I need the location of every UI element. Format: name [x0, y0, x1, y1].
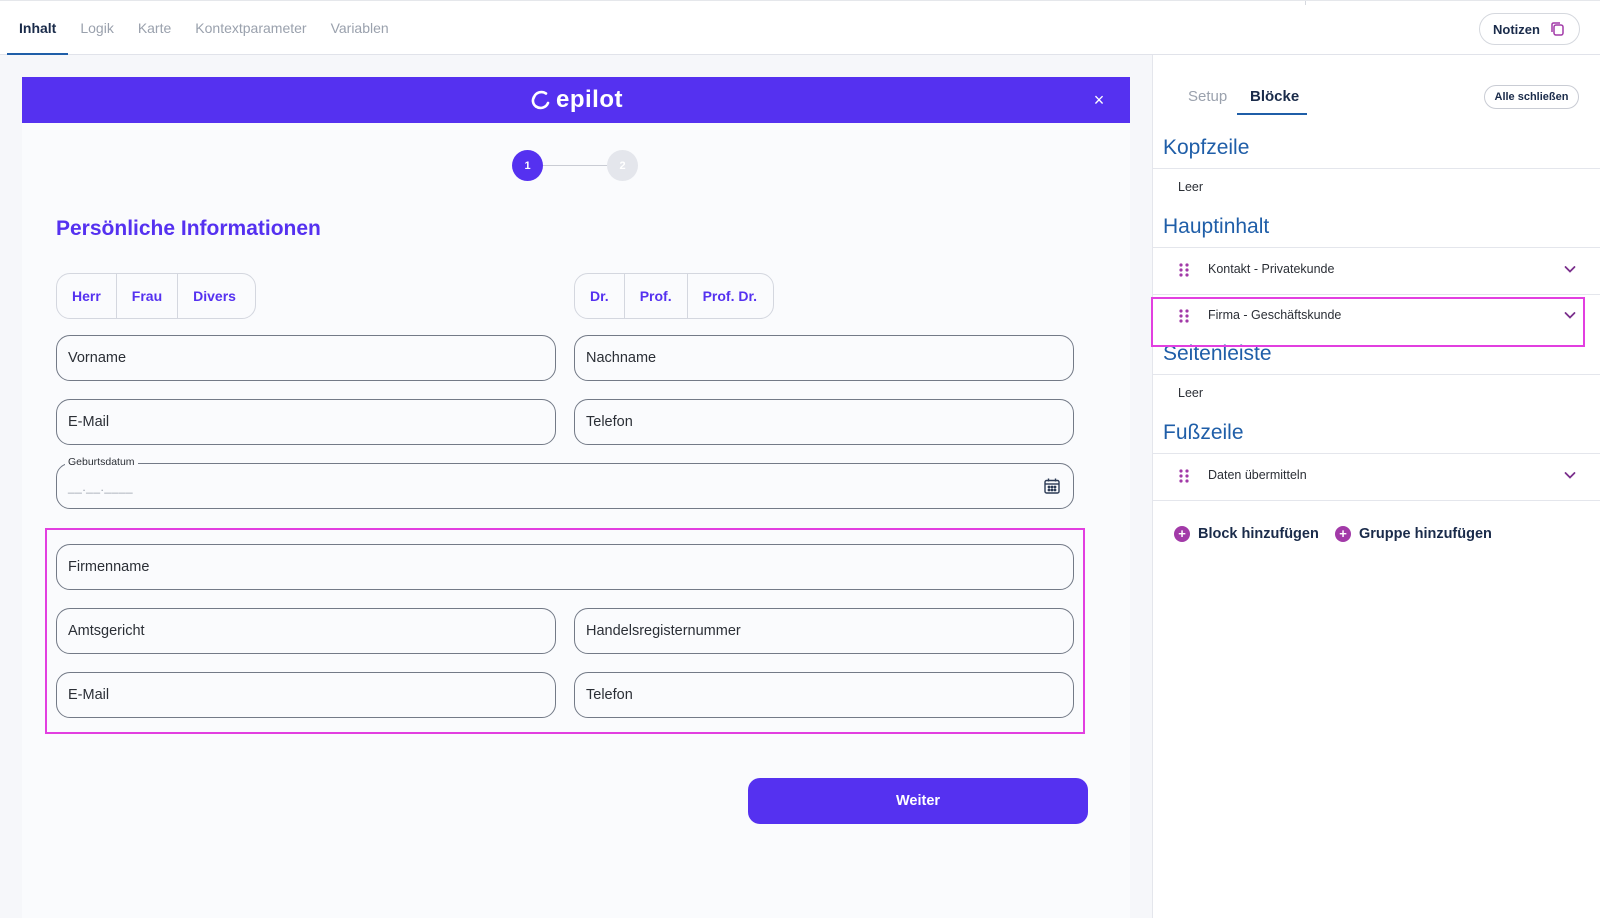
birthdate-mask: __.__.____: [68, 480, 134, 494]
selected-block-highlight: [45, 528, 1085, 734]
step-2[interactable]: 2: [607, 150, 638, 181]
journey-preview-canvas: epilot × 1 2 Persönliche Informationen H…: [0, 55, 1152, 918]
top-navigation: Inhalt Logik Karte Kontextparameter Vari…: [0, 0, 1600, 55]
next-button[interactable]: Weiter: [748, 778, 1088, 824]
close-all-button[interactable]: Alle schließen: [1484, 85, 1579, 109]
salutation-divers[interactable]: Divers: [178, 274, 251, 318]
divider: [1305, 1, 1306, 5]
block-row-kontakt-privatekunde[interactable]: Kontakt - Privatekunde: [1153, 247, 1600, 293]
tab-variablen[interactable]: Variablen: [331, 1, 389, 55]
tab-kontextparameter[interactable]: Kontextparameter: [195, 1, 306, 55]
journey-preview: epilot × 1 2 Persönliche Informationen H…: [22, 77, 1130, 918]
step-connector: [543, 165, 607, 166]
journey-header: epilot ×: [22, 77, 1130, 123]
section-title-kopfzeile: Kopfzeile: [1163, 136, 1250, 159]
salutation-selector: Herr Frau Divers: [56, 273, 256, 319]
add-group-label: Gruppe hinzufügen: [1359, 526, 1492, 542]
section-title-hauptinhalt: Hauptinhalt: [1163, 215, 1270, 238]
divider: [1153, 168, 1600, 169]
add-group-button[interactable]: + Gruppe hinzufügen: [1335, 526, 1492, 542]
salutation-frau[interactable]: Frau: [117, 274, 179, 318]
tab-karte[interactable]: Karte: [138, 1, 171, 55]
chevron-down-icon[interactable]: [1563, 262, 1577, 276]
selected-block-row-highlight: [1151, 297, 1585, 347]
last-name-input[interactable]: Nachname: [574, 335, 1074, 381]
notes-button[interactable]: Notizen: [1479, 13, 1580, 45]
drag-handle-icon[interactable]: [1178, 262, 1190, 278]
tab-logik[interactable]: Logik: [80, 1, 113, 55]
tab-setup[interactable]: Setup: [1188, 88, 1227, 105]
editor-tabs: Inhalt Logik Karte Kontextparameter Vari…: [0, 1, 401, 55]
seitenleiste-empty-text: Leer: [1178, 386, 1204, 400]
epilot-logo-icon: [531, 90, 550, 110]
active-tab-indicator: [1237, 113, 1307, 115]
block-label: Daten übermitteln: [1208, 468, 1307, 482]
birthdate-label: Geburtsdatum: [65, 456, 138, 468]
notes-label: Notizen: [1493, 21, 1540, 37]
notes-copy-icon: [1551, 22, 1564, 36]
block-row-daten-uebermitteln[interactable]: Daten übermitteln: [1153, 453, 1600, 499]
title-dr[interactable]: Dr.: [575, 274, 625, 318]
drag-handle-icon[interactable]: [1178, 468, 1190, 484]
title-selector: Dr. Prof. Prof. Dr.: [574, 273, 774, 319]
section-title-fusszeile: Fußzeile: [1163, 421, 1244, 444]
add-block-button[interactable]: + Block hinzufügen: [1174, 526, 1319, 542]
blocks-panel: Setup Blöcke Alle schließen Kopfzeile Le…: [1152, 55, 1600, 918]
divider: [1153, 374, 1600, 375]
plus-circle-icon: +: [1335, 526, 1351, 542]
close-icon[interactable]: ×: [1088, 89, 1110, 111]
calendar-icon[interactable]: [1043, 477, 1061, 495]
first-name-input[interactable]: Vorname: [56, 335, 556, 381]
phone-input[interactable]: Telefon: [574, 399, 1074, 445]
brand-name: epilot: [556, 86, 623, 113]
salutation-herr[interactable]: Herr: [57, 274, 117, 318]
divider: [1153, 500, 1600, 501]
step-1[interactable]: 1: [512, 150, 543, 181]
add-block-label: Block hinzufügen: [1198, 526, 1319, 542]
stepper: 1 2: [512, 150, 642, 182]
form-title: Persönliche Informationen: [56, 217, 321, 240]
chevron-down-icon[interactable]: [1563, 468, 1577, 482]
title-prof-dr[interactable]: Prof. Dr.: [688, 274, 772, 318]
email-input[interactable]: E-Mail: [56, 399, 556, 445]
tab-inhalt[interactable]: Inhalt: [6, 1, 69, 55]
tab-bloecke[interactable]: Blöcke: [1250, 88, 1299, 105]
plus-circle-icon: +: [1174, 526, 1190, 542]
birthdate-input[interactable]: Geburtsdatum __.__.____: [56, 456, 1074, 509]
brand-logo: epilot: [22, 77, 1130, 123]
panel-tabs: Setup Blöcke Alle schließen: [1153, 55, 1600, 119]
kopfzeile-empty-text: Leer: [1178, 180, 1204, 194]
title-prof[interactable]: Prof.: [625, 274, 688, 318]
block-label: Kontakt - Privatekunde: [1208, 262, 1335, 276]
